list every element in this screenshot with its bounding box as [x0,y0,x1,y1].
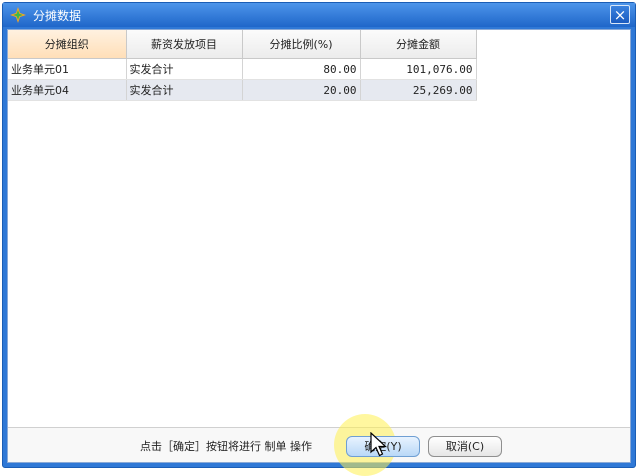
cell-org: 业务单元01 [8,58,127,80]
ok-button[interactable]: 确定(Y) [346,436,420,457]
column-header-ratio[interactable]: 分摊比例(%) [242,30,361,59]
cell-ratio: 20.00 [242,79,361,101]
app-logo-icon [10,7,26,23]
table-row[interactable]: 业务单元04 实发合计 20.00 25,269.00 [8,79,477,101]
allocation-table: 分摊组织 薪资发放项目 分摊比例(%) 分摊金额 业务单元01 实发合计 80.… [8,30,477,101]
cell-amount: 25,269.00 [360,79,477,101]
dialog-footer: 点击［确定］按钮将进行 制单 操作 确定(Y) 取消(C) [8,414,630,476]
window-title: 分摊数据 [33,8,82,23]
cell-org: 业务单元04 [8,79,127,101]
column-header-amount[interactable]: 分摊金额 [360,30,477,59]
close-icon: × [613,6,627,24]
column-header-item[interactable]: 薪资发放项目 [126,30,243,59]
title-bar[interactable]: 分摊数据 × [3,3,635,27]
cancel-button[interactable]: 取消(C) [428,436,502,457]
hint-text: 点击［确定］按钮将进行 制单 操作 [140,440,312,453]
close-button[interactable]: × [610,5,630,24]
cell-ratio: 80.00 [242,58,361,80]
cell-amount: 101,076.00 [360,58,477,80]
column-header-org[interactable]: 分摊组织 [8,30,127,59]
dialog-window: 分摊数据 × 分摊组织 薪资发放项目 分摊比例(%) 分摊金额 业务单元01 实… [2,2,636,476]
table-header-row: 分摊组织 薪资发放项目 分摊比例(%) 分摊金额 [8,30,477,59]
table-row[interactable]: 业务单元01 实发合计 80.00 101,076.00 [8,58,477,80]
cell-item: 实发合计 [126,58,243,80]
cell-item: 实发合计 [126,79,243,101]
dialog-content: 分摊组织 薪资发放项目 分摊比例(%) 分摊金额 业务单元01 实发合计 80.… [7,29,631,476]
